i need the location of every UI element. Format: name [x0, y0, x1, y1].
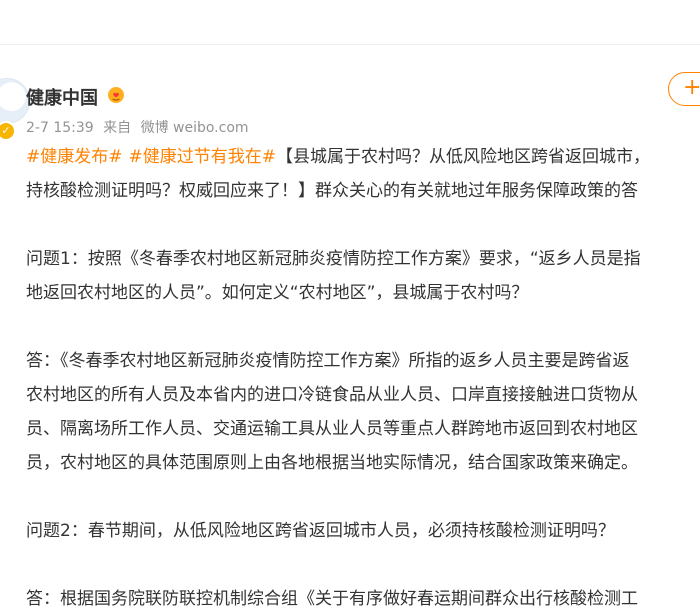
post-line-1: #健康发布# #健康过节有我在#【县城属于农村吗？从低风险地区跨省返回城市，: [26, 140, 700, 174]
hashtag-link[interactable]: #健康过节有我在#: [129, 147, 277, 167]
post-source: 微博 weibo.com: [140, 120, 249, 136]
post-source-prefix: 来自: [103, 120, 132, 136]
answer-2-line-1: 答：根据国务院联防联控机制综合组《关于有序做好春运期间群众出行核酸检测工: [26, 589, 638, 609]
question-1-line-2: 地返回农村地区的人员”。如何定义“农村地区”，县城属于农村吗？: [26, 283, 529, 303]
question-2-line-1: 问题2：春节期间，从低风险地区跨省返回城市人员，必须持核酸检测证明吗？: [26, 521, 615, 541]
answer-1-line-4: 员，农村地区的具体范围原则上由各地根据当地实际情况，结合国家政策来确定。: [26, 453, 638, 473]
header-divider: [0, 44, 700, 45]
verified-badge-icon: ✓: [0, 121, 16, 141]
post-timestamp[interactable]: 2-7 15:39: [26, 120, 94, 136]
post-meta: 2-7 15:39 来自 微博 weibo.com: [26, 117, 254, 137]
post-text: 【县城属于农村吗？从低风险地区跨省返回城市，: [276, 147, 650, 167]
answer-1-line-3: 员、隔离场所工作人员、交通运输工具从业人员等重点人群跨地市返回到农村地区: [26, 419, 638, 439]
account-name[interactable]: 健康中国: [26, 84, 98, 110]
hashtag-link[interactable]: #健康发布#: [26, 147, 123, 167]
answer-1-line-2: 农村地区的所有人员及本省内的进口冷链食品从业人员、口岸直接接触进口货物从: [26, 385, 638, 405]
heart-badge-icon: [108, 87, 124, 103]
post-content: #健康发布# #健康过节有我在#【县城属于农村吗？从低风险地区跨省返回城市， 持核…: [26, 140, 700, 616]
follow-button[interactable]: +: [668, 72, 700, 106]
post-line-2: 持核酸检测证明吗？权威回应来了！】群众关心的有关就地过年服务保障政策的答: [26, 181, 638, 201]
answer-1-line-1: 答：《冬春季农村地区新冠肺炎疫情防控工作方案》所指的返乡人员主要是跨省返: [26, 351, 630, 371]
question-1-line-1: 问题1：按照《冬春季农村地区新冠肺炎疫情防控工作方案》要求，“返乡人员是指: [26, 249, 641, 269]
